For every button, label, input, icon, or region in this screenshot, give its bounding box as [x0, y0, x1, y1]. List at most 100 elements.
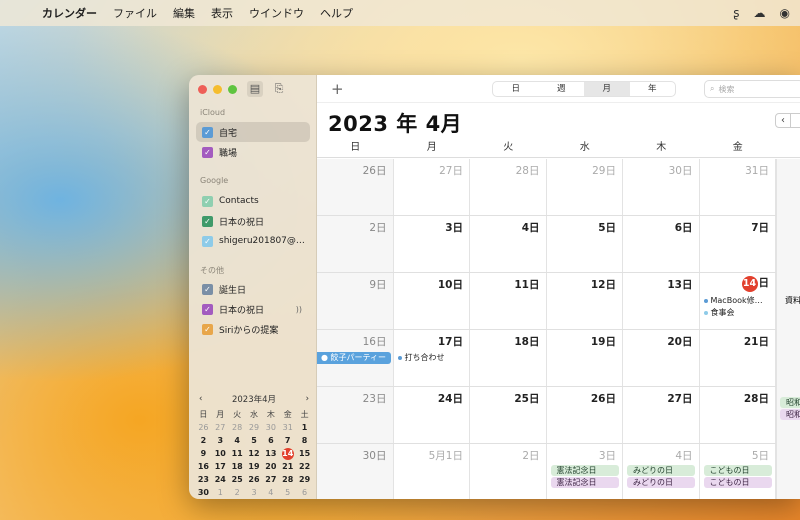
day-cell[interactable]: 2日 — [317, 216, 394, 272]
mini-day[interactable]: 7 — [279, 435, 296, 447]
day-cell[interactable]: 5月1日 — [394, 444, 470, 499]
day-cell[interactable]: 24日 — [394, 387, 470, 443]
day-cell[interactable]: 9日 — [317, 273, 394, 329]
day-cell[interactable]: 5日 — [547, 216, 623, 272]
mini-day[interactable]: 8 — [296, 435, 313, 447]
day-cell[interactable]: 6日 — [623, 216, 700, 272]
day-cell[interactable]: 26日 — [547, 387, 623, 443]
mini-day[interactable]: 15 — [296, 448, 313, 460]
event-kodomo-green[interactable]: こどもの日 — [703, 465, 772, 476]
checkbox-icon[interactable]: ✓ — [202, 323, 213, 335]
day-cell[interactable]: 17日 打ち合わせ — [394, 330, 470, 386]
mini-day[interactable]: 5 — [246, 435, 263, 447]
day-cell[interactable]: 31日 — [700, 159, 776, 215]
tab-month[interactable]: 月 — [584, 82, 630, 96]
menu-window[interactable]: ウインドウ — [241, 5, 312, 21]
minimize-button[interactable] — [213, 85, 222, 94]
calendar-item-birthdays[interactable]: ✓ 誕生日 — [196, 279, 310, 299]
day-cell[interactable]: 10日 — [394, 273, 470, 329]
mini-day[interactable]: 31 — [279, 422, 296, 434]
mini-day[interactable]: 30 — [262, 422, 279, 434]
day-cell[interactable]: 30日 — [623, 159, 700, 215]
mini-day[interactable]: 2 — [195, 435, 212, 447]
mini-day[interactable]: 27 — [262, 474, 279, 486]
day-cell[interactable]: 21日 — [700, 330, 776, 386]
menu-edit[interactable]: 編集 — [165, 5, 203, 21]
event-kenpo-purple[interactable]: 憲法記念日 — [550, 477, 619, 488]
event-midori-green[interactable]: みどりの日 — [627, 465, 695, 476]
creative-cloud-icon[interactable]: ☁ — [754, 6, 766, 20]
checkbox-icon[interactable]: ✓ — [202, 215, 213, 227]
event-partial-shiryo[interactable]: 資料 — [785, 295, 800, 306]
calendar-item-home[interactable]: ✓ 自宅 — [196, 122, 310, 142]
mini-day[interactable]: 3 — [212, 435, 229, 447]
close-button[interactable] — [198, 85, 207, 94]
next-month-icon[interactable] — [790, 114, 800, 127]
mini-day[interactable]: 25 — [229, 474, 246, 486]
day-cell[interactable]: 18日 — [470, 330, 547, 386]
mini-day[interactable]: 2 — [229, 487, 246, 499]
day-cell[interactable]: 5日 こどもの日 こどもの日 — [700, 444, 776, 499]
event-meeting[interactable]: 打ち合わせ — [397, 352, 445, 363]
mini-day[interactable]: 23 — [195, 474, 212, 486]
day-cell[interactable]: 25日 — [470, 387, 547, 443]
mini-day[interactable]: 9 — [195, 448, 212, 460]
mini-day[interactable]: 16 — [195, 461, 212, 473]
mini-day[interactable]: 19 — [246, 461, 263, 473]
day-cell[interactable]: 7日 — [700, 216, 776, 272]
calendar-item-jp-holidays-other[interactable]: ✓ 日本の祝日 )) — [196, 299, 310, 319]
day-cell[interactable]: 28日 — [700, 387, 776, 443]
checkbox-icon[interactable]: ✓ — [202, 126, 213, 138]
day-cell[interactable]: 20日 — [623, 330, 700, 386]
calendar-item-work[interactable]: ✓ 職場 — [196, 142, 310, 162]
checkbox-icon[interactable]: ✓ — [202, 235, 213, 247]
event-macbook[interactable]: MacBook修… — [703, 295, 763, 306]
mini-day[interactable]: 30 — [195, 487, 212, 499]
day-cell[interactable]: 28日 — [470, 159, 547, 215]
event-dinner[interactable]: 食事会 — [703, 307, 735, 318]
day-cell[interactable]: 16日 ● 餃子パーティー — [317, 330, 394, 386]
mini-day[interactable]: 27 — [212, 422, 229, 434]
day-cell[interactable]: 12日 — [547, 273, 623, 329]
tab-year[interactable]: 年 — [630, 82, 676, 96]
status-s-icon[interactable]: ʂ — [733, 6, 739, 20]
day-cell[interactable]: 11日 — [470, 273, 547, 329]
mini-day[interactable]: 3 — [246, 487, 263, 499]
mini-day[interactable]: 4 — [262, 487, 279, 499]
day-cell[interactable]: 3日 憲法記念日 憲法記念日 — [547, 444, 623, 499]
calendar-item-google-account[interactable]: ✓ shigeru201807@g... — [196, 231, 310, 251]
mini-next-icon[interactable]: › — [306, 394, 309, 404]
inbox-icon[interactable]: ⎘ — [271, 81, 287, 97]
checkbox-icon[interactable]: ✓ — [202, 303, 213, 315]
menu-file[interactable]: ファイル — [105, 5, 165, 21]
mini-day[interactable]: 18 — [229, 461, 246, 473]
prev-month-icon[interactable]: ‹ — [776, 114, 790, 127]
mini-day[interactable]: 17 — [212, 461, 229, 473]
mini-day[interactable]: 28 — [279, 474, 296, 486]
day-cell[interactable]: 19日 — [547, 330, 623, 386]
day-cell[interactable]: 23日 — [317, 387, 394, 443]
mini-day[interactable]: 6 — [296, 487, 313, 499]
zoom-button[interactable] — [228, 85, 237, 94]
menu-help[interactable]: ヘルプ — [312, 5, 361, 21]
mini-day[interactable]: 1 — [296, 422, 313, 434]
event-midori-purple[interactable]: みどりの日 — [627, 477, 695, 488]
mini-day[interactable]: 4 — [229, 435, 246, 447]
calendar-item-siri-suggestions[interactable]: ✓ Siriからの提案 — [196, 319, 310, 339]
event-partial-showa-purple[interactable]: 昭和 — [780, 409, 800, 420]
menu-view[interactable]: 表示 — [203, 5, 241, 21]
mini-day[interactable]: 12 — [246, 448, 263, 460]
mini-prev-icon[interactable]: ‹ — [199, 394, 202, 404]
mini-day[interactable]: 22 — [296, 461, 313, 473]
search-input[interactable]: ⌕ 検索 — [704, 80, 800, 98]
day-cell[interactable]: 3日 — [394, 216, 470, 272]
event-gyoza-party[interactable]: ● 餃子パーティー — [317, 352, 391, 364]
day-cell[interactable]: 29日 — [547, 159, 623, 215]
tab-week[interactable]: 週 — [539, 82, 585, 96]
day-cell[interactable]: 13日 — [623, 273, 700, 329]
calendar-item-jp-holidays-google[interactable]: ✓ 日本の祝日 — [196, 211, 310, 231]
mini-day[interactable]: 6 — [262, 435, 279, 447]
mini-day[interactable]: 26 — [246, 474, 263, 486]
checkbox-icon[interactable]: ✓ — [202, 283, 213, 295]
day-cell[interactable]: 27日 — [623, 387, 700, 443]
